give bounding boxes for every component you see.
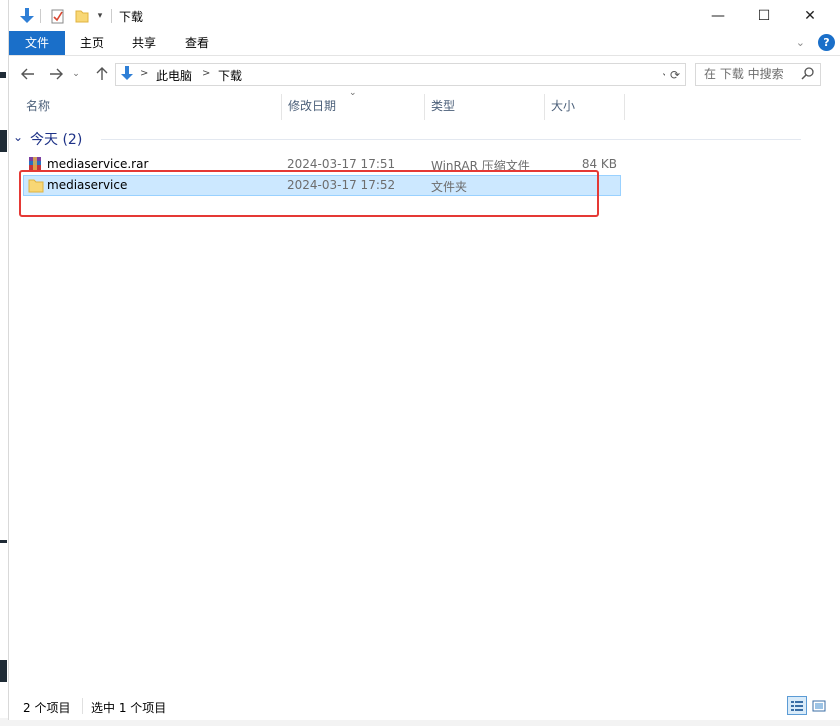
toolbar-separator: [39, 5, 41, 27]
tab-view[interactable]: 查看: [173, 31, 221, 55]
file-explorer-window: ▾ 下载 — ☐ ✕ 文件 主页 共享 查看 ⌄ ? ⌄ > 此电脑 > 下载 …: [8, 0, 840, 720]
up-arrow-icon[interactable]: [91, 63, 113, 85]
breadcrumb-separator[interactable]: >: [140, 68, 148, 79]
search-box[interactable]: [695, 63, 821, 86]
file-name: mediaservice.rar: [47, 157, 149, 171]
back-arrow-icon[interactable]: [17, 63, 39, 85]
search-icon: [801, 66, 815, 83]
download-folder-icon: [17, 5, 37, 27]
column-header-date-modified[interactable]: 修改日期: [282, 94, 425, 120]
tab-share[interactable]: 共享: [121, 31, 167, 55]
minimize-button[interactable]: —: [695, 0, 741, 31]
window-title: 下载: [119, 10, 144, 24]
group-header-today[interactable]: ⌄ 今天 (2): [13, 128, 813, 148]
breadcrumb-downloads[interactable]: 下载: [218, 67, 242, 84]
help-icon[interactable]: ?: [818, 34, 835, 51]
recent-locations-chevron-icon[interactable]: ⌄: [69, 63, 83, 85]
selection-count: 选中 1 个项目: [91, 701, 167, 715]
search-input[interactable]: [696, 64, 800, 83]
background-fragment: [0, 130, 7, 152]
details-view-icon[interactable]: [787, 696, 807, 715]
customize-quick-access-dropdown[interactable]: ▾: [93, 5, 107, 27]
tab-home[interactable]: 主页: [67, 31, 117, 55]
file-modified-date: 2024-03-17 17:51: [287, 157, 396, 171]
tab-file[interactable]: 文件: [9, 31, 65, 55]
collapse-group-chevron-icon[interactable]: ⌄: [13, 130, 23, 144]
large-icons-view-icon[interactable]: [809, 696, 829, 715]
ribbon-tabs: 文件 主页 共享 查看 ⌄ ?: [9, 31, 840, 56]
forward-arrow-icon[interactable]: [45, 63, 67, 85]
navigation-bar: ⌄ > 此电脑 > 下载 ⌄ ⟳: [9, 60, 840, 88]
column-header-size[interactable]: 大小: [545, 94, 625, 120]
background-page-edge: [0, 0, 8, 726]
item-count: 2 个项目: [23, 701, 71, 715]
background-fragment: [0, 660, 7, 682]
background-fragment: [0, 540, 7, 543]
group-label: 今天 (2): [30, 132, 83, 148]
breadcrumb-this-pc[interactable]: 此电脑: [156, 67, 192, 84]
group-divider: [101, 139, 801, 140]
properties-quick-access-icon[interactable]: [47, 5, 69, 27]
background-fragment: [0, 72, 6, 78]
breadcrumb-separator[interactable]: >: [202, 68, 210, 79]
file-size: 84 KB: [581, 157, 617, 171]
address-bar[interactable]: > 此电脑 > 下载 ⌄: [115, 63, 675, 86]
title-bar: ▾ 下载 — ☐ ✕: [9, 0, 840, 31]
column-header-type[interactable]: 类型: [425, 94, 545, 120]
status-separator: [82, 698, 83, 714]
downloads-location-icon: [120, 65, 134, 85]
expand-ribbon-chevron-icon[interactable]: ⌄: [796, 36, 805, 49]
column-header-name[interactable]: 名称: [20, 94, 282, 120]
status-bar: 2 个项目 选中 1 个项目: [9, 694, 840, 718]
new-folder-quick-access-icon[interactable]: [71, 5, 93, 27]
maximize-button[interactable]: ☐: [741, 0, 787, 31]
refresh-icon[interactable]: ⟳: [665, 63, 686, 86]
close-button[interactable]: ✕: [787, 0, 833, 31]
annotation-highlight-box: [19, 170, 599, 217]
toolbar-separator: [110, 5, 112, 27]
